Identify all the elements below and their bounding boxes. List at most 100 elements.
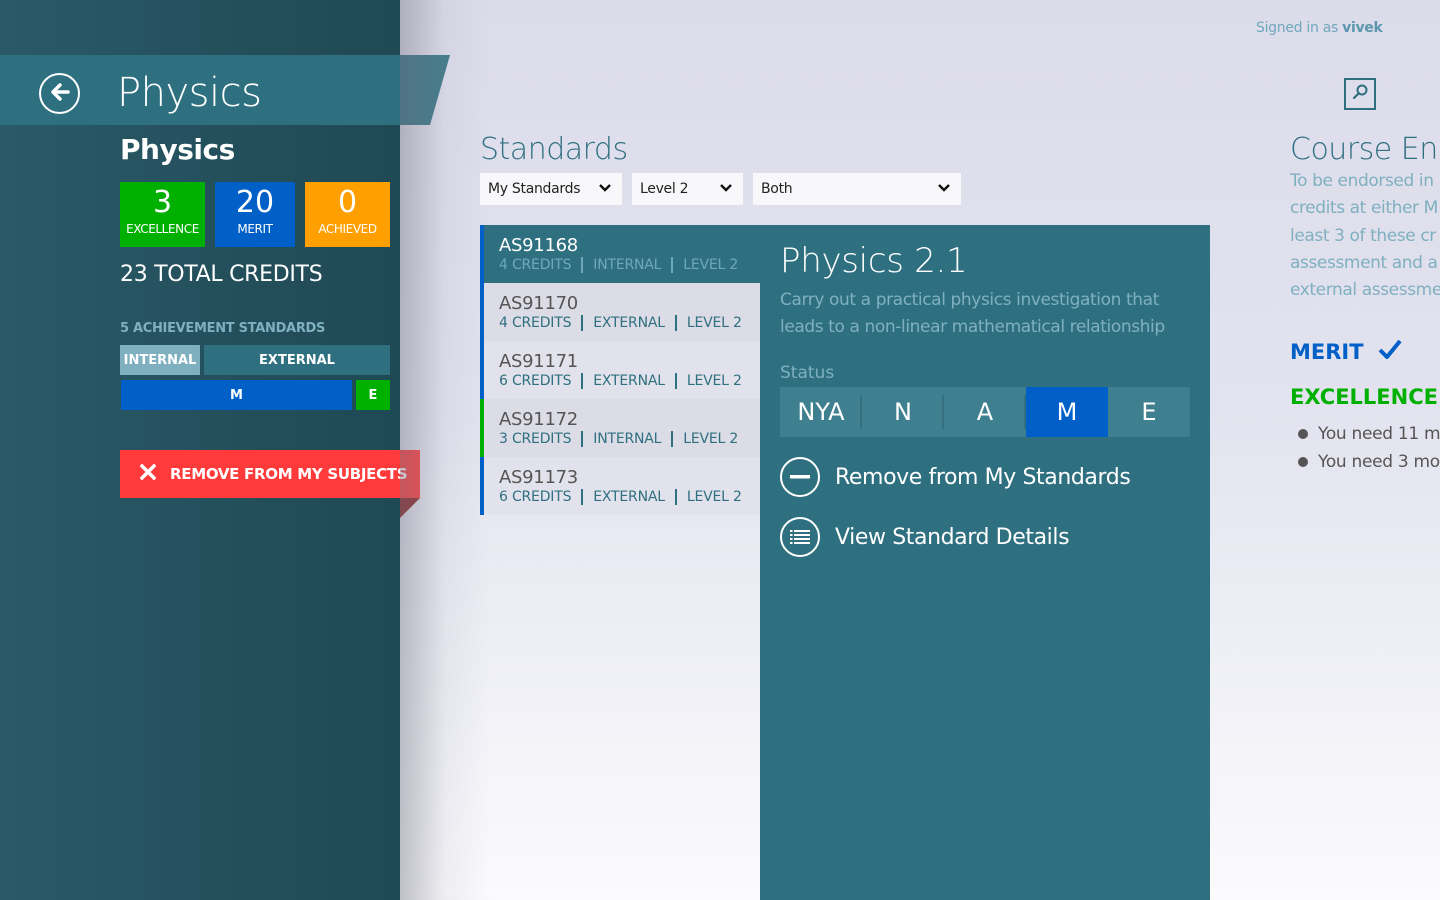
chevron-down-icon	[598, 181, 612, 197]
remove-standard-label: Remove from My Standards	[835, 464, 1131, 490]
total-credits: 23 TOTAL CREDITS	[120, 262, 323, 287]
status-option-a[interactable]: A	[944, 387, 1026, 437]
list-circle-icon	[780, 517, 820, 557]
merit-endorsement-label: MERIT	[1290, 339, 1364, 364]
bullet-icon	[1298, 429, 1308, 439]
username[interactable]: vivek	[1342, 20, 1383, 36]
back-button[interactable]	[39, 73, 80, 114]
bullet-icon	[1298, 457, 1308, 467]
standard-list-item[interactable]: AS91170 4 CREDITS EXTERNAL LEVEL 2	[480, 283, 760, 341]
course-endorsement-heading: Course End	[1290, 132, 1440, 167]
minus-circle-icon	[780, 457, 820, 497]
standard-description: Carry out a practical physics investigat…	[780, 290, 1165, 337]
search-icon	[1351, 83, 1369, 105]
standards-list: AS91168 4 CREDITS INTERNAL LEVEL 2 AS911…	[480, 225, 760, 515]
remove-from-my-subjects-button[interactable]: REMOVE FROM MY SUBJECTS	[120, 450, 420, 498]
achieved-label: ACHIEVED	[318, 222, 377, 236]
standard-level: LEVEL 2	[683, 431, 739, 447]
requirement-item: You need 11 m	[1298, 420, 1440, 448]
sidebar: Physics Physics 3 EXCELLENCE 20 MERIT 0 …	[0, 0, 450, 900]
endorsement-description-line: least 3 of these cr	[1290, 225, 1436, 246]
endorsement-description-line: credits at either M	[1290, 198, 1438, 219]
level-filter-value: Level 2	[640, 181, 689, 197]
achieved-tile: 0 ACHIEVED	[305, 182, 390, 247]
assessment-type-filter-select[interactable]: Both	[753, 173, 961, 205]
search-button[interactable]	[1344, 78, 1376, 110]
grade-bar: M E	[120, 380, 390, 410]
endorsement-description-line: assessment and a	[1290, 252, 1438, 273]
standard-type: EXTERNAL	[593, 489, 665, 505]
merit-endorsement: MERIT	[1290, 338, 1402, 365]
standard-level: LEVEL 2	[686, 315, 742, 331]
merit-segment: M	[121, 380, 352, 410]
standard-credits: 6 CREDITS	[499, 373, 572, 389]
standard-type: INTERNAL	[593, 257, 662, 273]
status-label: Status	[780, 363, 835, 383]
standard-list-item[interactable]: AS91171 6 CREDITS EXTERNAL LEVEL 2	[480, 341, 760, 399]
status-option-m[interactable]: M	[1026, 387, 1108, 437]
standard-type: EXTERNAL	[593, 315, 665, 331]
view-standard-details-button[interactable]: View Standard Details	[780, 517, 1070, 557]
standard-credits: 4 CREDITS	[499, 257, 572, 273]
checkmark-icon	[1378, 338, 1402, 365]
standard-code: AS91170	[499, 293, 578, 314]
requirement-text: You need 11 m	[1318, 424, 1440, 444]
requirement-text: You need 3 mo	[1318, 452, 1440, 472]
status-option-e[interactable]: E	[1108, 387, 1190, 437]
status-option-n[interactable]: N	[862, 387, 944, 437]
standard-credits: 3 CREDITS	[499, 431, 572, 447]
signed-in-prefix: Signed in as	[1256, 20, 1338, 36]
external-segment: EXTERNAL	[204, 345, 390, 375]
standard-credits: 6 CREDITS	[499, 489, 572, 505]
standard-detail-panel: Physics 2.1 Carry out a practical physic…	[760, 225, 1210, 900]
view-details-label: View Standard Details	[835, 524, 1070, 550]
merit-label: MERIT	[237, 222, 273, 236]
assessment-type-filter-value: Both	[761, 181, 793, 197]
standards-heading: Standards	[480, 132, 628, 167]
excellence-tile: 3 EXCELLENCE	[120, 182, 205, 247]
standard-code: AS91171	[499, 351, 578, 372]
standard-list-item[interactable]: AS91168 4 CREDITS INTERNAL LEVEL 2	[480, 225, 760, 283]
standards-filter-select[interactable]: My Standards	[480, 173, 622, 205]
internal-segment: INTERNAL	[120, 345, 200, 375]
achievement-standards-label: 5 ACHIEVEMENT STANDARDS	[120, 321, 326, 336]
standard-list-item[interactable]: AS91172 3 CREDITS INTERNAL LEVEL 2	[480, 399, 760, 457]
endorsement-description-line: external assessme	[1290, 280, 1440, 301]
requirement-item: You need 3 mo	[1298, 448, 1440, 476]
arrow-left-icon	[47, 79, 73, 109]
excellence-requirements-list: You need 11 m You need 3 mo	[1298, 420, 1440, 476]
page-title: Physics	[117, 70, 262, 116]
signed-in-status: Signed in as vivek	[1256, 20, 1383, 36]
chevron-down-icon	[937, 181, 951, 197]
standard-code: AS91173	[499, 467, 578, 488]
subject-name: Physics	[120, 133, 235, 166]
remove-from-my-standards-button[interactable]: Remove from My Standards	[780, 457, 1131, 497]
status-selector: NYA N A M E	[780, 387, 1190, 437]
chevron-down-icon	[719, 181, 733, 197]
excellence-label: EXCELLENCE	[126, 222, 199, 236]
standard-level: LEVEL 2	[686, 489, 742, 505]
standard-level: LEVEL 2	[686, 373, 742, 389]
course-endorsement-description: To be endorsed in credits at either M le…	[1290, 168, 1440, 304]
standard-code: AS91168	[499, 235, 578, 256]
button-fold-decoration	[400, 498, 420, 518]
standard-level: LEVEL 2	[683, 257, 739, 273]
standard-list-item[interactable]: AS91173 6 CREDITS EXTERNAL LEVEL 2	[480, 457, 760, 515]
standard-type: EXTERNAL	[593, 373, 665, 389]
grade-tiles: 3 EXCELLENCE 20 MERIT 0 ACHIEVED	[120, 182, 390, 247]
assessment-type-bar: INTERNAL EXTERNAL	[120, 345, 390, 375]
excellence-endorsement-label: EXCELLENCE	[1290, 385, 1438, 409]
merit-tile: 20 MERIT	[215, 182, 295, 247]
close-icon	[139, 463, 157, 484]
standards-filter-value: My Standards	[488, 181, 581, 197]
standard-type: INTERNAL	[593, 431, 662, 447]
remove-subject-label: REMOVE FROM MY SUBJECTS	[170, 465, 408, 483]
standard-code: AS91172	[499, 409, 578, 430]
status-option-nya[interactable]: NYA	[780, 387, 862, 437]
merit-count: 20	[235, 185, 275, 220]
excellence-count: 3	[152, 185, 173, 220]
excellence-segment: E	[356, 380, 390, 410]
level-filter-select[interactable]: Level 2	[632, 173, 743, 205]
standard-credits: 4 CREDITS	[499, 315, 572, 331]
achieved-count: 0	[337, 185, 358, 220]
